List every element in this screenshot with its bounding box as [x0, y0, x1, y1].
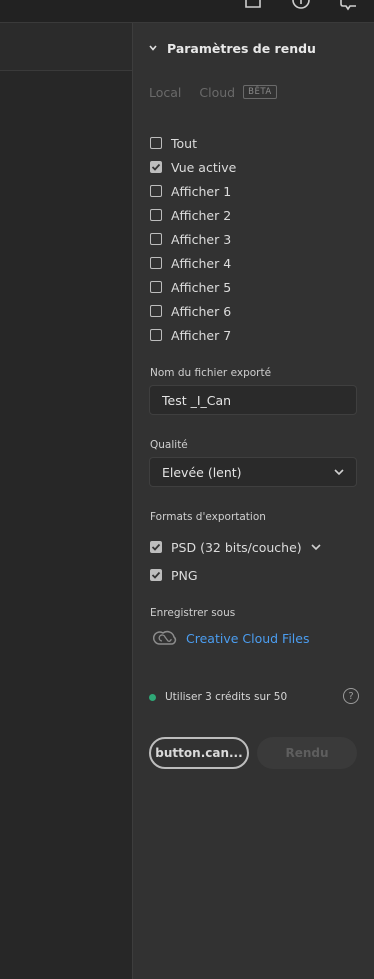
section-title: Paramètres de rendu: [167, 40, 316, 56]
credits-row: Utiliser 3 crédits sur 50 ?: [149, 687, 359, 707]
view-label: Tout: [171, 135, 197, 151]
help-icon[interactable]: ?: [343, 688, 359, 704]
quality-selected: Elevée (lent): [162, 464, 242, 480]
view-checkbox-row[interactable]: Afficher 3: [150, 227, 360, 251]
view-label: Afficher 2: [171, 207, 232, 223]
comment-icon[interactable]: [340, 0, 358, 14]
view-checkbox-row[interactable]: Afficher 1: [150, 179, 360, 203]
status-dot: [149, 693, 156, 701]
view-checkbox-row[interactable]: Tout: [150, 131, 360, 155]
format-psd[interactable]: PSD (32 bits/couche): [150, 533, 360, 561]
checkbox-png[interactable]: [150, 569, 162, 581]
view-checkbox-row[interactable]: Vue active: [150, 155, 360, 179]
checkbox[interactable]: [150, 137, 162, 149]
tab-local[interactable]: Local: [149, 85, 181, 100]
formats-list: PSD (32 bits/couche) PNG: [150, 533, 360, 589]
chevron-down-icon: [334, 469, 344, 476]
view-checkbox-row[interactable]: Afficher 7: [150, 323, 360, 347]
cancel-button[interactable]: button.can...: [149, 737, 249, 769]
window-icon[interactable]: [244, 0, 262, 14]
top-toolbar: [0, 0, 374, 23]
view-checkbox-row[interactable]: Afficher 5: [150, 275, 360, 299]
chevron-down-icon: [149, 45, 157, 51]
checkbox[interactable]: [150, 281, 162, 293]
checkbox[interactable]: [150, 233, 162, 245]
tab-cloud-label: Cloud: [199, 84, 236, 100]
checkbox[interactable]: [150, 185, 162, 197]
view-label: Afficher 3: [171, 231, 232, 247]
view-checkbox-row[interactable]: Afficher 6: [150, 299, 360, 323]
canvas-header: [0, 23, 132, 71]
quality-label: Qualité: [150, 439, 188, 451]
view-label: Afficher 5: [171, 279, 232, 295]
section-header[interactable]: Paramètres de rendu: [149, 39, 316, 57]
render-location-tabs: Local Cloud BÊTA: [149, 81, 277, 103]
format-png-label: PNG: [171, 567, 198, 583]
checkbox[interactable]: [150, 329, 162, 341]
info-icon[interactable]: [292, 0, 310, 14]
views-checklist: Tout Vue active Afficher 1 Afficher 2 Affich…: [150, 131, 360, 347]
view-label: Afficher 1: [171, 183, 232, 199]
view-checkbox-row[interactable]: Afficher 4: [150, 251, 360, 275]
view-checkbox-row[interactable]: Afficher 2: [150, 203, 360, 227]
checkbox[interactable]: [150, 209, 162, 221]
view-label: Afficher 6: [171, 303, 232, 319]
credits-text: Utiliser 3 crédits sur 50: [165, 691, 288, 703]
render-button[interactable]: Rendu: [257, 737, 357, 769]
view-label: Afficher 7: [171, 327, 232, 343]
format-psd-label: PSD (32 bits/couche): [171, 539, 302, 555]
beta-badge: BÊTA: [243, 85, 277, 99]
filename-input[interactable]: [149, 385, 357, 415]
save-as-label: Enregistrer sous: [150, 607, 236, 619]
chevron-down-icon[interactable]: [311, 543, 321, 551]
tab-cloud[interactable]: Cloud BÊTA: [199, 84, 277, 100]
save-destination-label: Creative Cloud Files: [186, 630, 310, 646]
checkbox[interactable]: [150, 161, 162, 173]
save-destination-link[interactable]: Creative Cloud Files: [153, 629, 310, 647]
formats-label: Formats d'exportation: [150, 511, 266, 523]
filename-label: Nom du fichier exporté: [150, 367, 272, 379]
quality-select[interactable]: Elevée (lent): [149, 457, 357, 487]
view-label: Vue active: [171, 159, 237, 175]
tab-local-label: Local: [149, 84, 182, 100]
render-settings-panel: Paramètres de rendu Local Cloud BÊTA Tou…: [132, 23, 374, 979]
checkbox[interactable]: [150, 305, 162, 317]
creative-cloud-icon: [153, 630, 177, 645]
checkbox-psd[interactable]: [150, 541, 162, 553]
format-png[interactable]: PNG: [150, 561, 360, 589]
view-label: Afficher 4: [171, 255, 232, 271]
checkbox[interactable]: [150, 257, 162, 269]
canvas-area: [0, 23, 132, 979]
